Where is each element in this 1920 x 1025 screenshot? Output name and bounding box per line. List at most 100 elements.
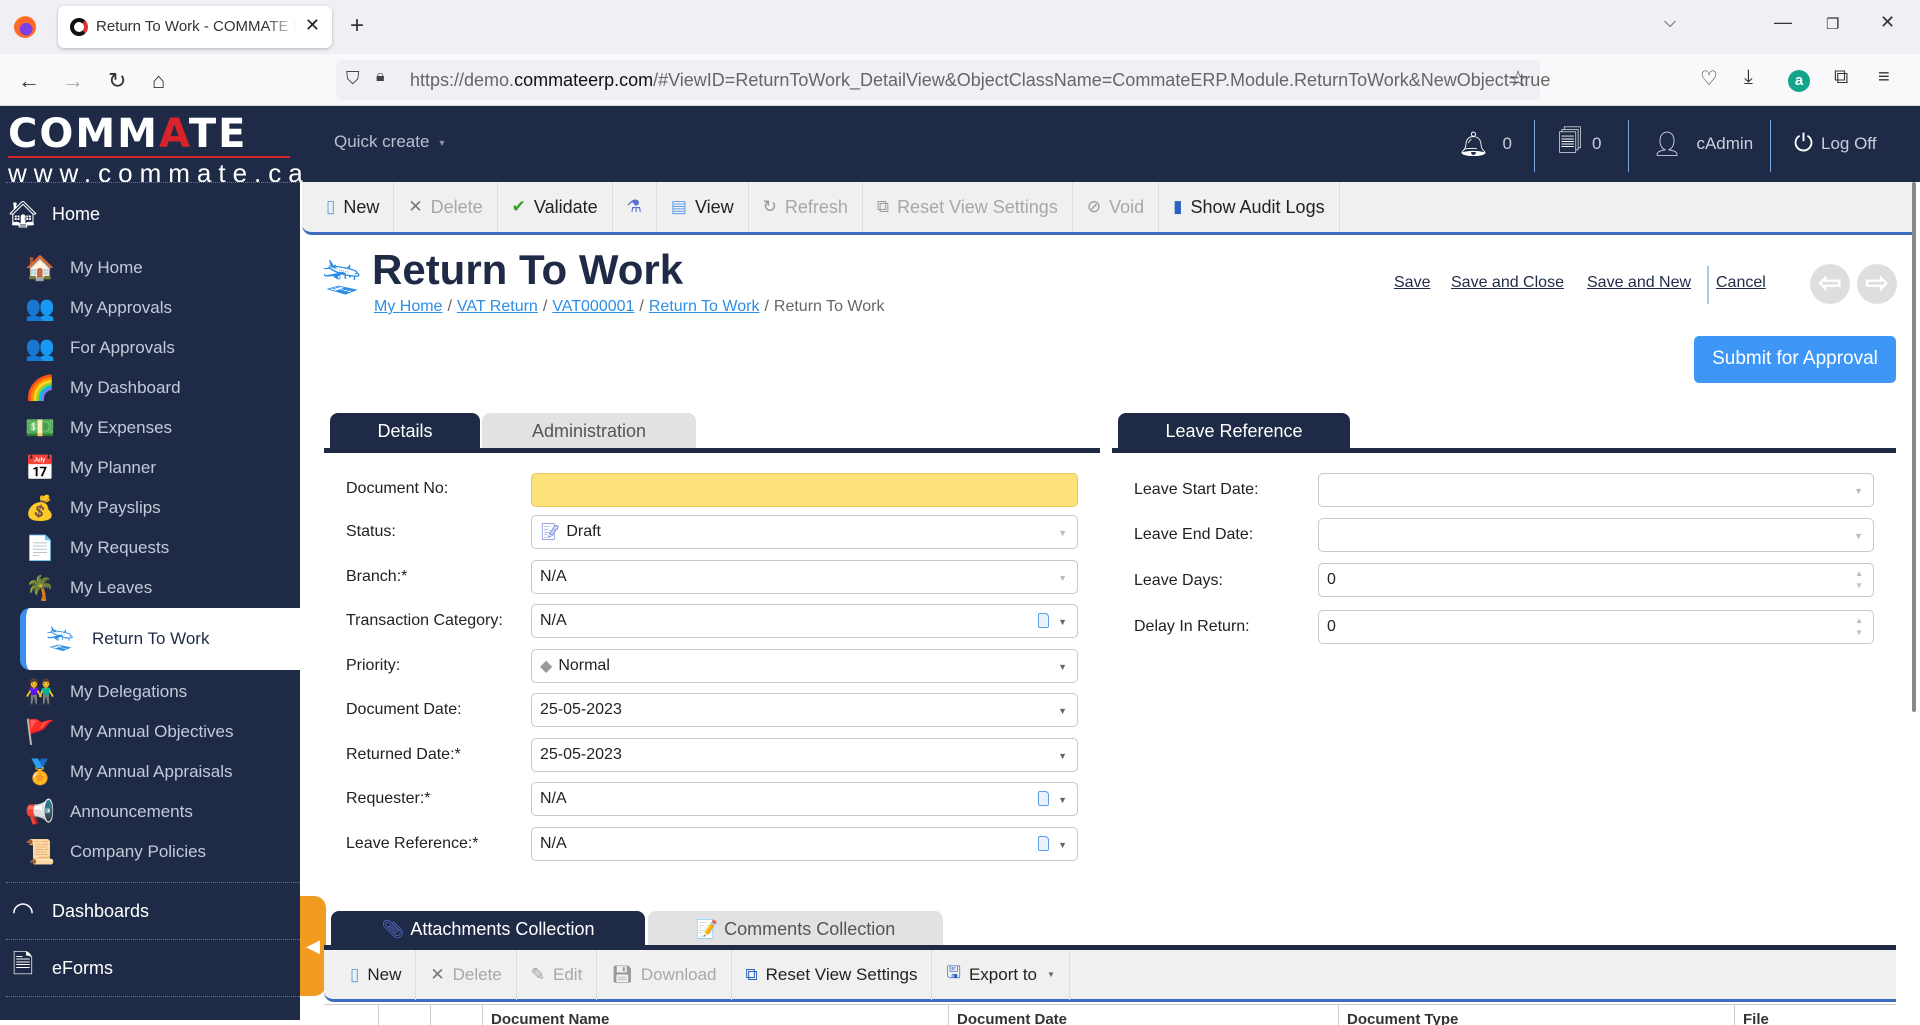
leave-end-date-picker[interactable]: ▼: [1318, 518, 1874, 552]
breadcrumb-my-home[interactable]: My Home: [374, 298, 442, 315]
caret-down-icon[interactable]: ▼: [1058, 795, 1067, 805]
attachment-download-button[interactable]: 💾︎ Download: [597, 949, 732, 1000]
column-header-document-date[interactable]: Document Date: [948, 1005, 1338, 1025]
priority-select[interactable]: ◆ Normal ▼: [531, 649, 1078, 683]
pocket-icon[interactable]: ♡: [1700, 66, 1718, 91]
sidebar-item-my-leaves[interactable]: 🌴 My Leaves: [0, 568, 300, 608]
attachment-delete-button[interactable]: ✕ Delete: [416, 949, 517, 1000]
attachment-new-button[interactable]: ▯ New: [324, 949, 417, 1000]
sidebar-item-my-annual-objectives[interactable]: 🚩 My Annual Objectives: [0, 712, 300, 752]
branch-select[interactable]: N/A ▼: [531, 560, 1078, 594]
document-date-picker[interactable]: 25-05-2023 ▼: [531, 693, 1078, 727]
window-close-icon[interactable]: ✕: [1880, 12, 1895, 33]
save-and-new-link[interactable]: Save and New: [1587, 274, 1691, 292]
reload-icon[interactable]: ↻: [108, 68, 126, 94]
new-object-icon[interactable]: [1038, 791, 1049, 806]
commate-logo[interactable]: COMMATE www.commate.ca: [8, 114, 303, 186]
requester-lookup[interactable]: N/A ▼: [531, 782, 1078, 816]
grid-select-column[interactable]: [324, 1005, 378, 1025]
tab-close-icon[interactable]: ✕: [305, 15, 320, 36]
breadcrumb-vat-return[interactable]: VAT Return: [457, 298, 538, 315]
menu-hamburger-icon[interactable]: ≡: [1878, 66, 1890, 89]
list-tabs-chevron-icon[interactable]: ⌵: [1664, 14, 1676, 32]
back-arrow-icon[interactable]: ←: [18, 68, 40, 94]
new-button[interactable]: ▯ New: [302, 182, 395, 232]
workflow-button[interactable]: ⚗: [613, 182, 657, 232]
column-header-document-type[interactable]: Document Type: [1338, 1005, 1734, 1025]
leave-reference-lookup[interactable]: N/A ▼: [531, 827, 1078, 861]
sidebar-item-my-planner[interactable]: 📅 My Planner: [0, 448, 300, 488]
new-tab-button[interactable]: +: [350, 12, 364, 40]
sidebar-group-dashboards[interactable]: ◠ Dashboards: [0, 883, 300, 939]
view-button[interactable]: ▤ View: [657, 182, 749, 232]
leave-start-date-picker[interactable]: ▼: [1318, 473, 1874, 507]
cancel-link[interactable]: Cancel: [1716, 274, 1766, 292]
next-record-icon[interactable]: ⇨: [1857, 264, 1897, 304]
notifications-button[interactable]: 🔔︎ 0: [1458, 106, 1512, 182]
download-icon[interactable]: ⤓: [1744, 66, 1753, 89]
sidebar-item-for-approvals[interactable]: 👥 For Approvals: [0, 328, 300, 368]
show-audit-logs-button[interactable]: ▮ Show Audit Logs: [1159, 182, 1340, 232]
caret-down-icon[interactable]: ▼: [1058, 840, 1067, 850]
sidebar-item-my-annual-appraisals[interactable]: 🏅 My Annual Appraisals: [0, 752, 300, 792]
page-scrollbar[interactable]: [1912, 182, 1916, 712]
sidebar-group-home[interactable]: 🏠︎ Home: [0, 186, 300, 242]
shield-icon[interactable]: ⛉: [346, 68, 360, 89]
sidebar-item-my-requests[interactable]: 📄 My Requests: [0, 528, 300, 568]
url-text[interactable]: https://demo.commateerp.com/#ViewID=Retu…: [410, 70, 1550, 91]
delay-in-return-spinner[interactable]: 0 ▲ ▼: [1318, 610, 1874, 644]
restore-icon[interactable]: ❐: [1826, 15, 1839, 33]
extension-a-icon[interactable]: a: [1788, 70, 1810, 92]
export-to-button[interactable]: 🖫︎ Export to ▼: [932, 949, 1070, 1000]
void-button[interactable]: ⊘ Void: [1073, 182, 1160, 232]
attachment-edit-button[interactable]: ✎ Edit: [517, 949, 598, 1000]
column-header-document-name[interactable]: Document Name: [482, 1005, 948, 1025]
quick-create-menu[interactable]: Quick create ▼: [334, 132, 446, 152]
new-object-icon[interactable]: [1038, 836, 1049, 851]
forward-arrow-icon[interactable]: →: [62, 68, 84, 94]
tab-details[interactable]: Details: [330, 413, 480, 450]
lock-icon[interactable]: 🔒︎: [376, 68, 385, 86]
user-menu[interactable]: 👤︎ cAdmin: [1652, 106, 1753, 182]
tab-attachments-collection[interactable]: 📎︎ Attachments Collection: [331, 911, 645, 948]
tab-leave-reference[interactable]: Leave Reference: [1118, 413, 1350, 450]
column-header-file[interactable]: File: [1734, 1005, 1896, 1025]
status-select[interactable]: 📝︎ Draft ▼: [531, 515, 1078, 549]
refresh-button[interactable]: ↻ Refresh: [749, 182, 863, 232]
tab-comments-collection[interactable]: 📝 Comments Collection: [648, 911, 943, 948]
documents-button[interactable]: 🗐 0: [1558, 106, 1601, 182]
home-icon[interactable]: ⌂: [152, 68, 165, 94]
sidebar-item-my-dashboard[interactable]: 🌈 My Dashboard: [0, 368, 300, 408]
spinner-arrows-icon[interactable]: ▲ ▼: [1855, 568, 1863, 592]
caret-down-icon[interactable]: ▼: [1058, 617, 1067, 627]
breadcrumb-vat000001[interactable]: VAT000001: [552, 298, 634, 315]
sidebar-item-my-expenses[interactable]: 💵 My Expenses: [0, 408, 300, 448]
previous-record-icon[interactable]: ⇦: [1810, 264, 1850, 304]
collapse-sidebar-button[interactable]: ◀: [300, 896, 326, 996]
sidebar-group-eforms[interactable]: 🗎 eForms: [0, 940, 300, 996]
sidebar-item-return-to-work[interactable]: 🛬︎ Return To Work: [20, 608, 300, 670]
sidebar-item-my-payslips[interactable]: 💰 My Payslips: [0, 488, 300, 528]
tab-administration[interactable]: Administration: [482, 413, 696, 450]
sidebar-item-my-home[interactable]: 🏠 My Home: [0, 248, 300, 288]
bookmark-star-icon[interactable]: ☆: [1508, 66, 1528, 92]
extensions-puzzle-icon[interactable]: ⧉: [1834, 66, 1848, 89]
returned-date-picker[interactable]: 25-05-2023 ▼: [531, 738, 1078, 772]
submit-for-approval-button[interactable]: Submit for Approval: [1694, 336, 1896, 383]
reset-view-settings-button[interactable]: ⧉ Reset View Settings: [863, 182, 1073, 232]
sidebar-item-company-policies[interactable]: 📜 Company Policies: [0, 832, 300, 872]
minimize-icon[interactable]: —: [1774, 12, 1792, 33]
sidebar-item-my-approvals[interactable]: 👥 My Approvals: [0, 288, 300, 328]
document-no-input[interactable]: [531, 473, 1078, 507]
logoff-button[interactable]: ⏻ Log Off: [1794, 106, 1876, 182]
transaction-category-lookup[interactable]: N/A ▼: [531, 604, 1078, 638]
new-object-icon[interactable]: [1038, 613, 1049, 628]
validate-button[interactable]: ✔ Validate: [498, 182, 613, 232]
save-link[interactable]: Save: [1394, 274, 1430, 292]
breadcrumb-return-to-work[interactable]: Return To Work: [649, 298, 760, 315]
save-and-close-link[interactable]: Save and Close: [1451, 274, 1564, 292]
sidebar-item-announcements[interactable]: 📢 Announcements: [0, 792, 300, 832]
leave-days-spinner[interactable]: 0 ▲ ▼: [1318, 563, 1874, 597]
browser-tab[interactable]: Return To Work - COMMATE ERP ✕: [58, 6, 332, 48]
delete-button[interactable]: ✕ Delete: [394, 182, 498, 232]
